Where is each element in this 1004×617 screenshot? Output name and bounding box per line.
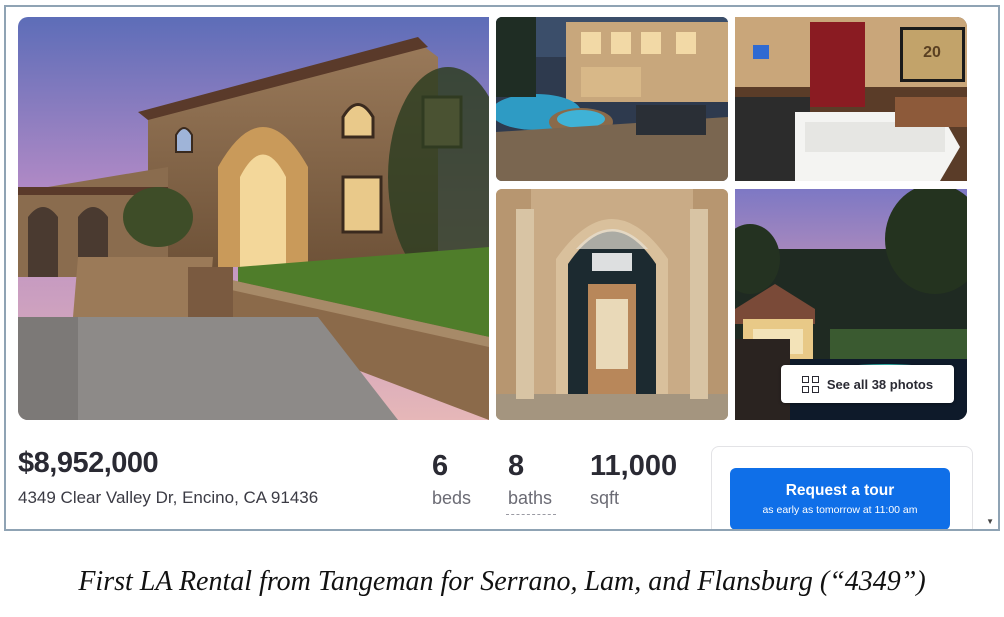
- see-all-label: See all 38 photos: [826, 376, 934, 392]
- house-exterior-photo[interactable]: [18, 17, 489, 420]
- grid-icon: [801, 375, 819, 393]
- beds-label: beds: [432, 488, 472, 508]
- front-door-photo[interactable]: [496, 189, 728, 420]
- beds-value: 6: [432, 450, 449, 482]
- tour-subtitle: as early as tomorrow at 11:00 am: [762, 504, 918, 516]
- sqft-value: 11,000: [590, 450, 678, 482]
- figure-caption: First LA Rental from Tangeman for Serran…: [78, 566, 926, 597]
- baths-underline: [506, 514, 556, 515]
- listing-card: 20 See all 38 photos $8,952,000 4349 Cle…: [4, 5, 1000, 531]
- listing-price: $8,952,000: [18, 447, 159, 479]
- home-theater-photo[interactable]: 20: [735, 17, 967, 181]
- request-tour-button[interactable]: Request a tour as early as tomorrow at 1…: [730, 468, 950, 529]
- sqft-label: sqft: [590, 488, 620, 508]
- tour-title: Request a tour: [785, 482, 895, 499]
- listing-address: 4349 Clear Valley Dr, Encino, CA 91436: [18, 488, 319, 507]
- baths-value: 8: [508, 450, 525, 482]
- pool-patio-photo[interactable]: [496, 17, 728, 181]
- baths-label[interactable]: baths: [508, 488, 552, 509]
- scroll-down-icon[interactable]: ▼: [986, 517, 994, 526]
- svg-text:20: 20: [923, 44, 941, 61]
- see-all-photos-button[interactable]: See all 38 photos: [781, 365, 954, 403]
